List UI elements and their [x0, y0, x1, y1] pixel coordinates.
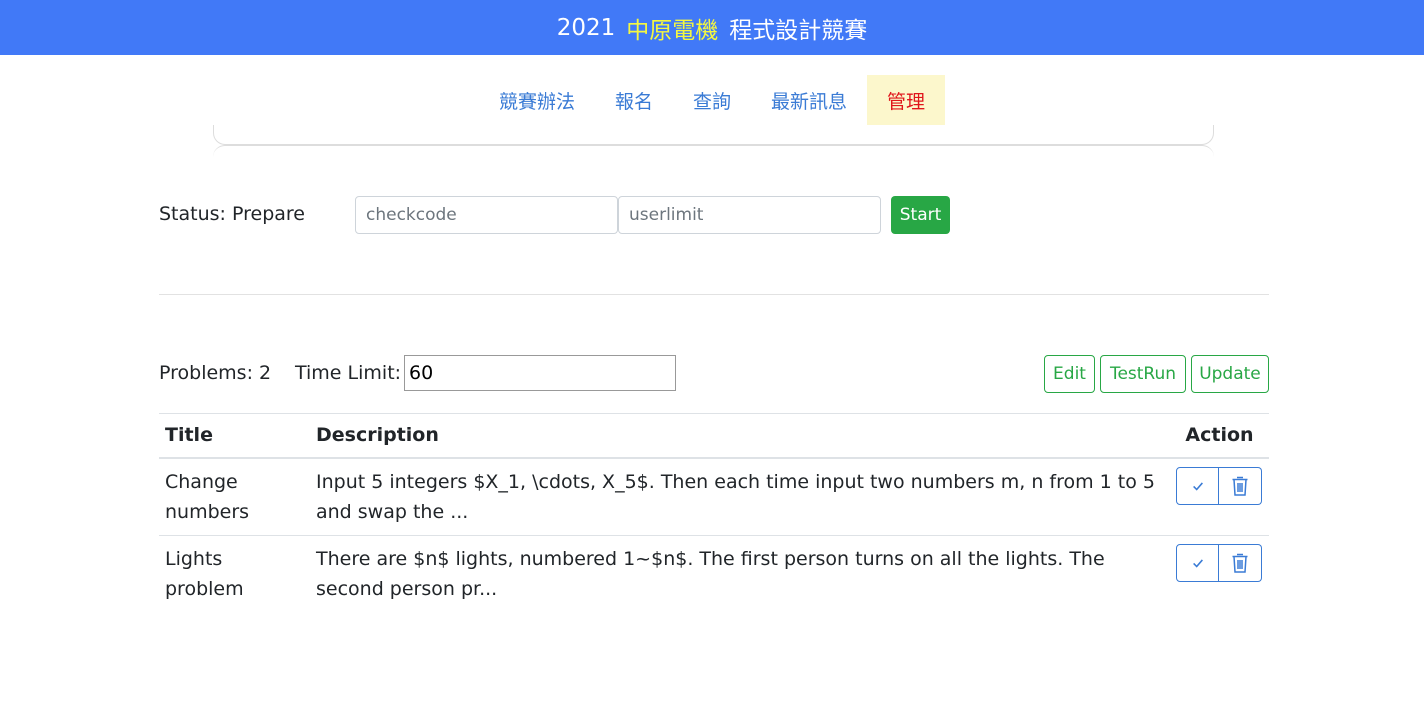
check-icon: [1192, 558, 1203, 568]
problem-description: There are $n$ lights, numbered 1~$n$. Th…: [310, 534, 1170, 612]
problem-actions: [1170, 534, 1269, 612]
delete-problem-button[interactable]: [1219, 466, 1262, 505]
trash-icon: [1232, 476, 1248, 496]
divider: [159, 294, 1269, 295]
problem-actions: [1170, 457, 1269, 535]
nav-item-register[interactable]: 報名: [595, 75, 673, 125]
problem-title: Lights problem: [159, 534, 310, 612]
check-icon: [1192, 481, 1203, 491]
nav-item-query[interactable]: 查詢: [673, 75, 751, 125]
header-year: 2021: [556, 14, 616, 41]
testrun-button[interactable]: TestRun: [1100, 355, 1186, 393]
checkcode-input[interactable]: [355, 196, 618, 234]
time-limit-label: Time Limit:: [295, 362, 402, 384]
select-problem-button[interactable]: [1176, 543, 1219, 582]
header-action-col: Action: [1170, 413, 1269, 459]
start-button[interactable]: Start: [891, 196, 950, 234]
table-row: Lights problem There are $n$ lights, num…: [159, 534, 1269, 612]
nav-item-rules[interactable]: 競賽辦法: [479, 75, 595, 125]
main-nav: 競賽辦法 報名 查詢 最新訊息 管理: [0, 75, 1424, 125]
time-limit-input[interactable]: [404, 355, 676, 391]
delete-problem-button[interactable]: [1219, 543, 1262, 582]
header-title-col: Title: [159, 413, 310, 459]
header-description-col: Description: [310, 413, 1170, 459]
problem-title: Change numbers: [159, 457, 310, 535]
userlimit-input[interactable]: [618, 196, 881, 234]
select-problem-button[interactable]: [1176, 466, 1219, 505]
table-header-row: Title Description Action: [159, 413, 1269, 459]
page-header: 2021 中原電機 程式設計競賽: [0, 0, 1424, 55]
update-button[interactable]: Update: [1191, 355, 1269, 393]
trash-icon: [1232, 553, 1248, 573]
status-label: Status: Prepare: [159, 203, 305, 225]
problem-description: Input 5 integers $X_1, \cdots, X_5$. The…: [310, 457, 1170, 535]
nav-panel-edge: [213, 125, 1214, 145]
table-row: Change numbers Input 5 integers $X_1, \c…: [159, 457, 1269, 535]
header-highlight: 中原電機: [626, 17, 719, 44]
content-panel-edge: [213, 145, 1214, 161]
problems-count: Problems: 2: [159, 362, 272, 384]
problems-table: Title Description Action Change numbers …: [159, 413, 1269, 612]
edit-button[interactable]: Edit: [1044, 355, 1095, 393]
nav-item-news[interactable]: 最新訊息: [751, 75, 867, 125]
header-title: 程式設計競賽: [729, 17, 868, 44]
nav-item-admin[interactable]: 管理: [867, 75, 946, 125]
